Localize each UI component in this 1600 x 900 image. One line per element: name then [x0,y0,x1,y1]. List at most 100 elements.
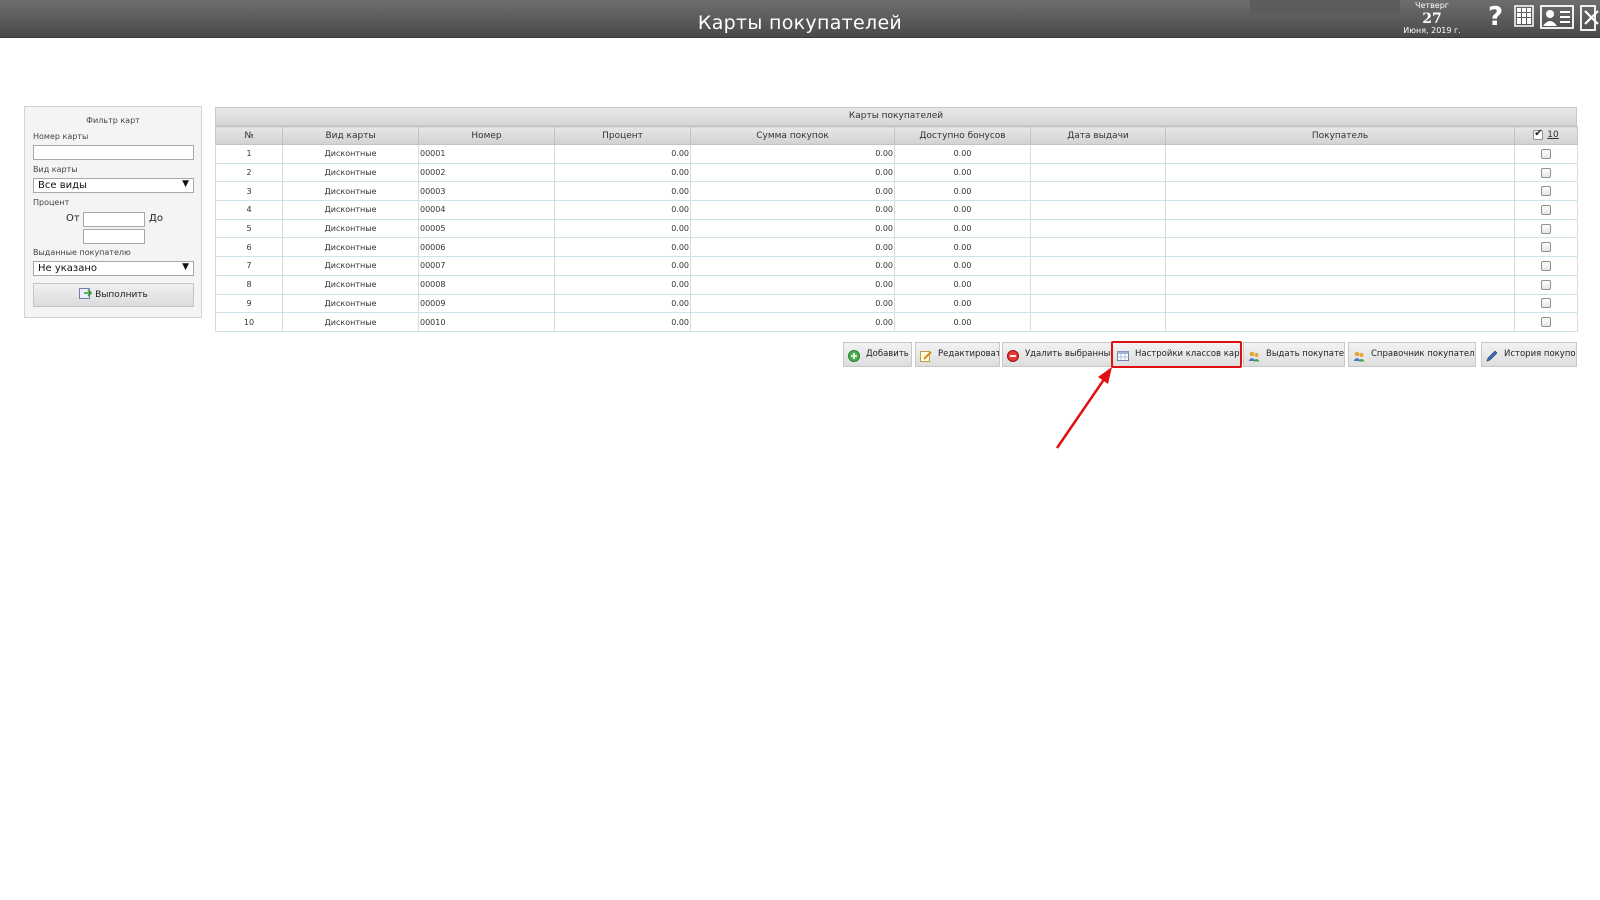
table-row[interactable]: 10 Дисконтные 00010 0.00 0.00 0.00 [215,312,1578,332]
column-header[interactable]: Покупатель [1165,126,1515,145]
row-checkbox[interactable] [1541,260,1551,271]
help-icon[interactable]: ? [1488,2,1503,32]
column-header[interactable]: Сумма покупок [690,126,895,145]
card-number-cell: 00006 [418,237,555,258]
bonus-cell: 0.00 [894,181,1031,202]
selected-count-link[interactable]: 10 [1547,130,1558,140]
table-row[interactable]: 2 Дисконтные 00002 0.00 0.00 0.00 [215,163,1578,183]
issue-date-cell [1030,181,1166,202]
delete-icon [1007,349,1019,362]
card-number-cell: 00003 [418,181,555,202]
purchase-history-button[interactable]: История покупок [1481,342,1577,367]
bonus-cell: 0.00 [894,163,1031,183]
row-number: 4 [215,200,283,220]
users-icon [1248,349,1260,362]
top-bar: Карты покупателей Четверг 27 Июня, 2019 … [0,0,1600,38]
percent-cell: 0.00 [554,312,691,332]
delete-selected-button[interactable]: Удалить выбранные [1002,342,1112,367]
column-header[interactable]: № [215,126,283,145]
pencil-icon [1486,349,1498,362]
column-header[interactable]: Доступно бонусов [894,126,1031,145]
issue-date-cell [1030,200,1166,220]
card-type-value: Все виды [38,180,87,191]
table-row[interactable]: 6 Дисконтные 00006 0.00 0.00 0.00 [215,237,1578,258]
table-row[interactable]: 9 Дисконтные 00009 0.00 0.00 0.00 [215,294,1578,314]
row-checkbox[interactable] [1541,298,1551,309]
percent-from-label: От [66,213,80,224]
edit-label: Редактировать [938,349,1000,359]
issue-date-cell [1030,275,1166,295]
row-number: 5 [215,219,283,239]
select-cell [1514,275,1578,295]
table-row[interactable]: 5 Дисконтные 00005 0.00 0.00 0.00 [215,219,1578,239]
card-number-cell: 00004 [418,200,555,220]
user-card-icon[interactable] [1540,5,1574,29]
select-cell [1514,181,1578,202]
card-type-select[interactable]: Все виды ▼ [33,178,194,193]
purchase-sum-cell: 0.00 [690,181,895,202]
buyers-directory-button[interactable]: Справочник покупателей [1348,342,1476,367]
card-number-cell: 00001 [418,144,555,164]
bonus-cell: 0.00 [894,144,1031,164]
row-checkbox[interactable] [1541,167,1551,178]
table-row[interactable]: 1 Дисконтные 00001 0.00 0.00 0.00 [215,144,1578,164]
row-checkbox[interactable] [1541,317,1551,328]
card-number-cell: 00010 [418,312,555,332]
row-checkbox[interactable] [1541,279,1551,290]
grid-icon[interactable] [1514,5,1534,27]
issued-value: Не указано [38,263,98,274]
purchase-sum-cell: 0.00 [690,256,895,276]
column-header[interactable]: Номер [418,126,555,145]
row-number: 9 [215,294,283,314]
row-checkbox[interactable] [1541,204,1551,215]
bonus-cell: 0.00 [894,312,1031,332]
row-checkbox[interactable] [1541,242,1551,253]
day-number: 27 [1422,11,1442,27]
issue-to-buyer-label: Выдать покупателю [1266,349,1345,359]
table-row[interactable]: 7 Дисконтные 00007 0.00 0.00 0.00 [215,256,1578,276]
bonus-cell: 0.00 [894,219,1031,239]
column-header[interactable]: Дата выдачи [1030,126,1166,145]
row-checkbox[interactable] [1541,148,1551,159]
run-button-label: Выполнить [95,290,148,300]
buyer-cell [1165,200,1515,220]
card-type-cell: Дисконтные [282,237,419,258]
purchase-sum-cell: 0.00 [690,219,895,239]
table-row[interactable]: 4 Дисконтные 00004 0.00 0.00 0.00 [215,200,1578,220]
issue-date-cell [1030,312,1166,332]
edit-button[interactable]: Редактировать [915,342,1000,367]
row-number: 8 [215,275,283,295]
select-cell [1514,312,1578,332]
dropdown-arrow-icon: ▼ [182,179,189,189]
column-header[interactable]: Процент [554,126,691,145]
row-number: 10 [215,312,283,332]
purchase-sum-cell: 0.00 [690,312,895,332]
card-filter-panel: Фильтр карт Номер карты Вид карты Все ви… [24,106,202,318]
percent-from-input[interactable] [83,212,145,227]
add-button[interactable]: Добавить [843,342,912,367]
buyer-cell [1165,275,1515,295]
buyer-cell [1165,163,1515,183]
row-checkbox[interactable] [1541,223,1551,234]
issued-select[interactable]: Не указано ▼ [33,261,194,276]
purchase-sum-cell: 0.00 [690,200,895,220]
table-row[interactable]: 3 Дисконтные 00003 0.00 0.00 0.00 [215,181,1578,202]
column-header[interactable]: Вид карты [282,126,419,145]
select-cell [1514,294,1578,314]
card-number-input[interactable] [33,145,194,160]
percent-to-input[interactable] [83,229,145,244]
issue-to-buyer-button[interactable]: Выдать покупателю [1243,342,1345,367]
date-display: Четверг 27 Июня, 2019 г. [1398,2,1466,35]
select-all-checkbox[interactable] [1533,128,1544,141]
dropdown-arrow-icon: ▼ [182,262,189,272]
issue-date-cell [1030,256,1166,276]
buyer-cell [1165,144,1515,164]
run-filter-button[interactable]: Выполнить [33,283,194,307]
card-number-cell: 00008 [418,275,555,295]
bonus-cell: 0.00 [894,294,1031,314]
exit-icon[interactable] [1580,5,1600,31]
table-row[interactable]: 8 Дисконтные 00008 0.00 0.00 0.00 [215,275,1578,295]
row-number: 6 [215,237,283,258]
row-checkbox[interactable] [1541,186,1551,197]
card-class-settings-button[interactable]: Настройки классов карт [1112,342,1241,367]
